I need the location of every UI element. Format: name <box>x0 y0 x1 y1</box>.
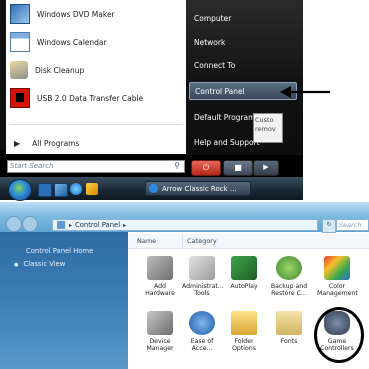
annotation-arrow-icon <box>280 86 330 98</box>
menu-label: Control Panel <box>195 86 245 96</box>
forward-button[interactable] <box>22 216 38 232</box>
start-orb-icon[interactable] <box>8 179 32 201</box>
menu-network[interactable]: Network <box>189 33 297 51</box>
media-player-icon <box>149 184 158 193</box>
add-hardware-icon <box>147 256 173 280</box>
program-label: Windows Calendar <box>37 37 107 47</box>
program-usb-cable[interactable]: USB 2.0 Data Transfer Cable <box>10 85 143 111</box>
menu-label: Connect To <box>194 60 236 70</box>
dvd-maker-icon <box>10 4 30 24</box>
shutdown-options-button[interactable]: ▶ <box>253 160 279 176</box>
folder-options-icon <box>231 311 257 335</box>
item-label: Administrat... Tools <box>182 283 224 298</box>
admin-tools-icon <box>189 256 215 280</box>
all-programs-label: All Programs <box>32 138 80 148</box>
address-bar[interactable]: ▸ Control Panel ▸ <box>52 219 318 231</box>
calendar-icon <box>10 32 30 52</box>
item-folder-options[interactable]: Folder Options <box>224 311 264 353</box>
program-label: Disk Cleanup <box>35 65 85 75</box>
column-category[interactable]: Category <box>182 235 232 247</box>
item-label: Device Manager <box>146 338 174 353</box>
tooltip: Custo remov <box>253 113 283 143</box>
color-management-icon <box>324 256 350 280</box>
autoplay-icon <box>231 256 257 280</box>
chevron-right-icon: ▸ <box>123 221 127 229</box>
program-calendar[interactable]: Windows Calendar <box>10 29 107 55</box>
internet-explorer-icon[interactable] <box>70 183 82 195</box>
separator <box>10 124 182 125</box>
media-icon[interactable] <box>86 183 98 195</box>
program-label: Windows DVD Maker <box>37 9 115 19</box>
item-label: Color Management <box>317 283 358 298</box>
backup-icon <box>276 256 302 280</box>
bullet-icon: ● <box>14 262 19 268</box>
item-label: AutoPlay <box>230 283 258 290</box>
item-fonts[interactable]: Fonts <box>269 311 309 345</box>
menu-connect-to[interactable]: Connect To <box>189 56 297 74</box>
menu-computer[interactable]: Computer <box>189 9 297 27</box>
back-button[interactable] <box>6 216 22 232</box>
address-text: Control Panel <box>75 221 121 229</box>
refresh-button[interactable]: ↻ <box>322 219 336 233</box>
annotation-circle <box>314 307 364 363</box>
item-device-manager[interactable]: Device Manager <box>140 311 180 353</box>
chevron-right-icon: ▶ <box>263 163 269 171</box>
item-label: Add Hardware <box>145 283 175 298</box>
ease-of-access-icon <box>189 311 215 335</box>
item-admin-tools[interactable]: Administrat... Tools <box>182 256 224 298</box>
program-dvd-maker[interactable]: Windows DVD Maker <box>10 1 115 27</box>
switch-windows-icon[interactable] <box>54 183 68 197</box>
item-autoplay[interactable]: AutoPlay <box>224 256 264 290</box>
lock-button[interactable]: ■ <box>223 160 253 176</box>
start-search-input[interactable]: Start Search <box>7 160 185 173</box>
task-label: Arrow Classic Rock ... <box>162 184 237 193</box>
usb-cable-icon <box>10 88 30 108</box>
item-add-hardware[interactable]: Add Hardware <box>140 256 180 298</box>
menu-label: Network <box>194 37 226 47</box>
item-backup-restore[interactable]: Backup and Restore C... <box>269 256 309 298</box>
chevron-right-icon: ▸ <box>69 221 73 229</box>
power-icon: ⏻ <box>202 163 210 172</box>
chevron-right-icon: ▶ <box>14 138 21 148</box>
fonts-icon <box>276 311 302 335</box>
item-label: Ease of Acce... <box>190 338 214 353</box>
classic-view-link[interactable]: ● Classic View <box>14 260 65 268</box>
control-panel-home-link[interactable]: Control Panel Home <box>26 247 93 255</box>
menu-label: Help and Support <box>194 137 260 147</box>
menu-label: Computer <box>194 13 232 23</box>
control-panel-small-icon <box>57 221 65 229</box>
lock-icon: ■ <box>234 163 242 172</box>
all-programs[interactable]: ▶ All Programs <box>8 135 178 151</box>
item-label: Fonts <box>280 338 298 345</box>
disk-cleanup-icon <box>10 61 28 79</box>
item-color-management[interactable]: Color Management <box>317 256 358 298</box>
start-menu-programs-pane: Windows DVD Maker Windows Calendar Disk … <box>6 0 186 154</box>
program-label: USB 2.0 Data Transfer Cable <box>37 93 144 103</box>
item-ease-of-access[interactable]: Ease of Acce... <box>182 311 222 353</box>
program-disk-cleanup[interactable]: Disk Cleanup <box>10 57 84 83</box>
item-label: Folder Options <box>232 338 256 353</box>
classic-view-label: Classic View <box>23 260 66 268</box>
search-icon[interactable]: ⚲ <box>171 161 183 172</box>
show-desktop-icon[interactable] <box>38 183 52 197</box>
start-menu-right-pane: Computer Network Connect To Control Pane… <box>186 0 303 155</box>
explorer-search-input[interactable]: Search <box>336 219 369 231</box>
taskbar-task-button[interactable]: Arrow Classic Rock ... <box>145 181 251 196</box>
menu-label: Default Programs <box>194 112 260 122</box>
column-name[interactable]: Name <box>133 235 181 247</box>
power-button[interactable]: ⏻ <box>191 160 221 176</box>
item-label: Backup and Restore C... <box>270 283 308 298</box>
device-manager-icon <box>147 311 173 335</box>
